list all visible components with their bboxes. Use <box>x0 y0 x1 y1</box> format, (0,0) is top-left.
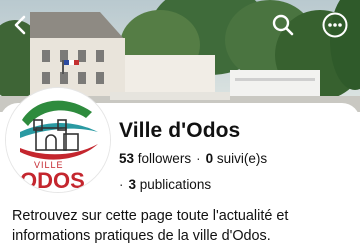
followers-label: followers <box>137 151 192 166</box>
stats-separator: · <box>196 151 201 166</box>
following-label: suivi(e)s <box>216 151 268 166</box>
odos-logo: VILLE ODOS <box>6 88 110 192</box>
publications-label: publications <box>139 177 212 192</box>
following-count: 0 <box>205 151 214 166</box>
back-arrow-icon <box>14 15 26 35</box>
publications-count: 3 <box>128 177 137 192</box>
followers-link[interactable]: 53 followers <box>119 151 191 166</box>
publications-stat[interactable]: · 3 publications <box>119 177 211 192</box>
top-bar <box>0 0 360 48</box>
search-icon <box>272 14 294 36</box>
profile-stats: 53 followers · 0 suivi(e)s <box>119 151 267 166</box>
followers-count: 53 <box>119 151 135 166</box>
page-description: Retrouvez sur cette page toute l'actuali… <box>12 208 289 244</box>
page-title: Ville d'Odos <box>119 119 241 142</box>
back-button[interactable] <box>6 10 36 40</box>
more-options-button[interactable] <box>320 10 350 40</box>
search-button[interactable] <box>268 10 298 40</box>
profile-avatar[interactable]: VILLE ODOS <box>6 88 110 192</box>
more-options-icon <box>322 12 348 38</box>
following-link[interactable]: 0 suivi(e)s <box>206 151 268 166</box>
publications-separator: · <box>119 177 124 192</box>
